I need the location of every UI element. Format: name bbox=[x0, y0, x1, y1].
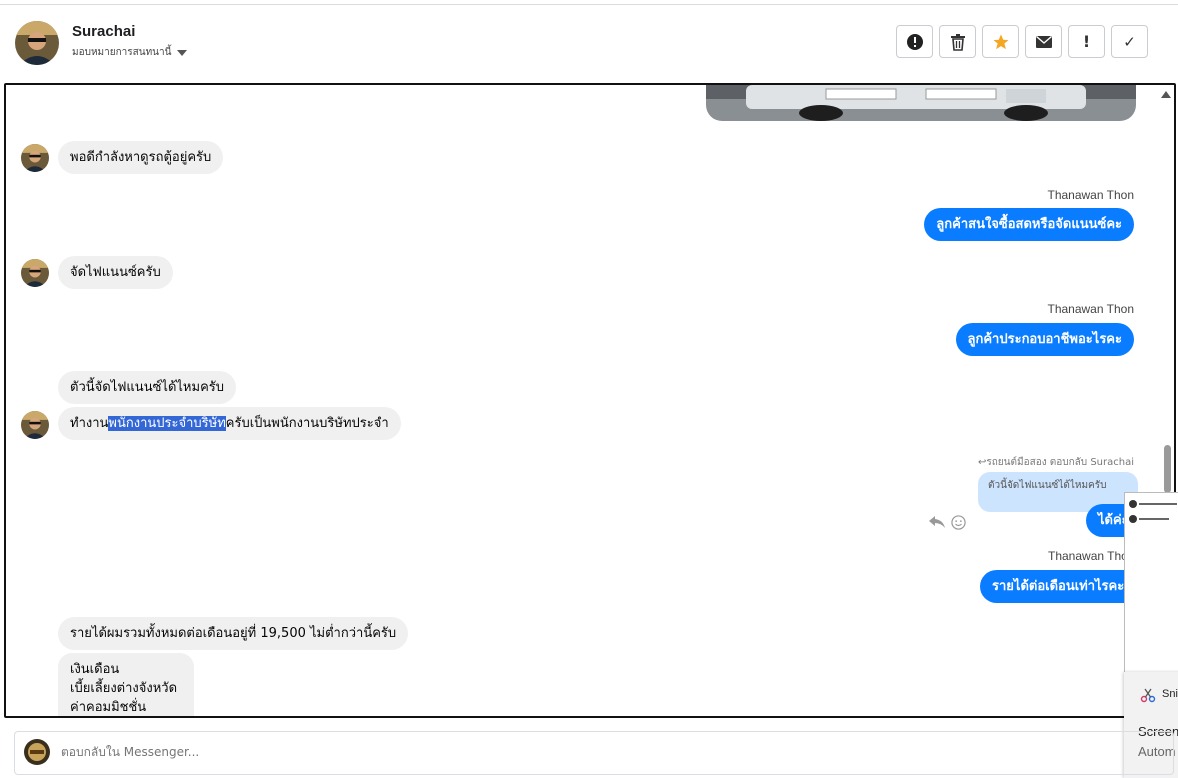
scrollbar-thumb[interactable] bbox=[1164, 445, 1171, 493]
selected-text[interactable]: พนักงานประจำบริษัท bbox=[108, 416, 226, 431]
conversation-header: Surachai มอบหมายการสนทนานี้ ! ✓ bbox=[0, 5, 1178, 83]
contact-avatar[interactable] bbox=[15, 21, 59, 65]
message-text: ทำงาน bbox=[70, 416, 109, 431]
reply-composer bbox=[14, 731, 1174, 775]
reply-icon[interactable] bbox=[928, 515, 946, 529]
scroll-up-arrow-icon[interactable] bbox=[1161, 91, 1171, 98]
report-spam-button[interactable] bbox=[896, 25, 933, 58]
assign-conversation-dropdown[interactable]: มอบหมายการสนทนานี้ bbox=[72, 45, 188, 60]
contact-avatar-small bbox=[21, 144, 49, 172]
incoming-message[interactable]: จัดไฟแนนซ์ครับ bbox=[58, 256, 173, 289]
incoming-message[interactable]: เงินเดือน เบี้ยเลี้ยงต่างจังหวัด ค่าคอมม… bbox=[58, 653, 194, 716]
outgoing-message[interactable]: ลูกค้าประกอบอาชีพอะไรคะ bbox=[955, 323, 1134, 356]
follow-up-button[interactable]: ! bbox=[1068, 25, 1105, 58]
snip-app-name: Sni bbox=[1162, 688, 1178, 700]
car-photo-attachment[interactable] bbox=[706, 85, 1136, 121]
star-button[interactable] bbox=[982, 25, 1019, 58]
contact-name[interactable]: Surachai bbox=[72, 23, 135, 40]
mail-icon bbox=[1035, 35, 1052, 48]
reply-input[interactable] bbox=[61, 745, 661, 759]
sender-name: Thanawan Thon bbox=[1047, 188, 1134, 202]
message-text: ครับเป็นพนักงานบริษัทประจำ bbox=[225, 416, 389, 431]
contact-avatar-small bbox=[21, 259, 49, 287]
exclamation-icon: ! bbox=[1082, 32, 1091, 51]
message-line: เบี้ยเลี้ยงต่างจังหวัด bbox=[70, 681, 178, 696]
spam-alert-icon bbox=[906, 33, 923, 50]
emoji-react-icon[interactable] bbox=[951, 515, 966, 530]
message-line: ค่าคอมมิชชั่น bbox=[70, 700, 147, 715]
sender-name: Thanawan Thon bbox=[1047, 302, 1134, 316]
scissors-icon bbox=[1140, 688, 1156, 703]
message-line: เงินเดือน bbox=[70, 662, 120, 677]
assign-label: มอบหมายการสนทนานี้ bbox=[72, 47, 172, 58]
contact-avatar-small bbox=[21, 411, 49, 439]
message-thread[interactable]: พอดีกำลังหาดูรถตู้อยู่ครับ Thanawan Thon… bbox=[4, 83, 1176, 718]
check-icon: ✓ bbox=[1123, 32, 1136, 51]
incoming-message[interactable]: พอดีกำลังหาดูรถตู้อยู่ครับ bbox=[58, 141, 224, 174]
star-icon bbox=[993, 34, 1008, 49]
reply-indicator: ↩รถยนต์มือสอง ตอบกลับ Surachai bbox=[978, 457, 1134, 468]
outgoing-message[interactable]: ลูกค้าสนใจซื้อสดหรือจัดแนนซ์คะ bbox=[924, 208, 1134, 241]
trash-icon bbox=[950, 33, 965, 51]
mark-unread-button[interactable] bbox=[1025, 25, 1062, 58]
incoming-message[interactable]: ตัวนี้จัดไฟแนนซ์ได้ไหมครับ bbox=[58, 371, 236, 404]
avatar bbox=[1129, 515, 1137, 523]
avatar bbox=[1129, 500, 1137, 508]
caret-down-icon bbox=[177, 49, 188, 56]
mark-done-button[interactable]: ✓ bbox=[1111, 25, 1148, 58]
header-toolbar: ! ✓ bbox=[896, 25, 1148, 58]
conversation-preview-popup[interactable] bbox=[1124, 492, 1178, 674]
incoming-message[interactable]: รายได้ผมรวมทั้งหมดต่อเดือนอยู่ที่ 19,500… bbox=[58, 617, 409, 650]
sender-name: Thanawan Thon bbox=[1048, 549, 1135, 563]
page-avatar bbox=[24, 739, 50, 765]
delete-button[interactable] bbox=[939, 25, 976, 58]
incoming-message[interactable]: ทำงานพนักงานประจำบริษัทครับเป็นพนักงานบร… bbox=[58, 407, 401, 440]
